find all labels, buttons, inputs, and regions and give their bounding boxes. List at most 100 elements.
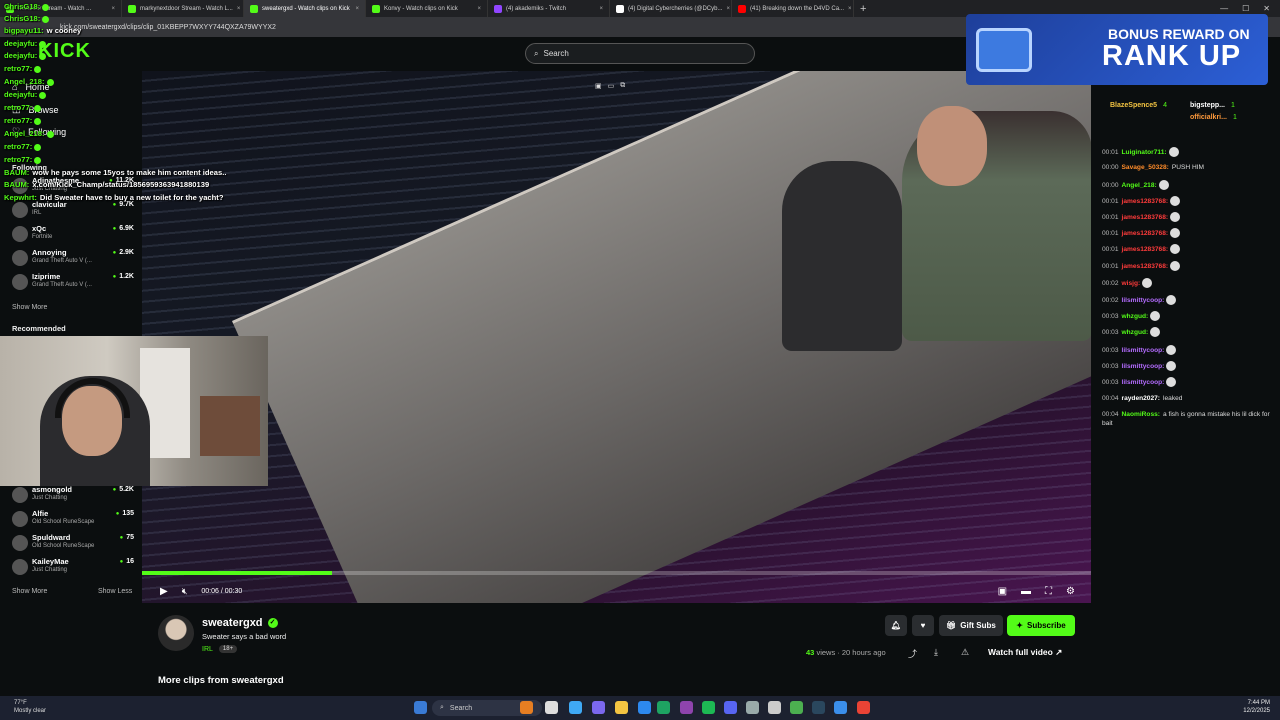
taskbar-clock[interactable]: 7:44 PM 12/2/2025 [1243,699,1270,715]
play-icon[interactable]: ▶ [160,586,168,597]
notepad-icon[interactable] [768,701,781,714]
edge-icon[interactable] [657,701,670,714]
task-view-icon[interactable] [545,701,558,714]
new-tab-button[interactable]: + [860,3,866,15]
chat-message: 00:04 NaomiRoss: a fish is gonna mistake h… [1102,410,1274,428]
notification-bell-button[interactable]: 🔔︎ [885,615,907,636]
theater-mode-icon[interactable]: ▬ [1021,586,1031,597]
tab-close-icon[interactable]: × [473,6,481,12]
tab-close-icon[interactable]: × [233,6,241,12]
browser-tab[interactable]: Konvy - Watch clips on Kick × [366,0,488,17]
app-icon-3[interactable] [638,701,651,714]
maximize-icon[interactable]: ☐ [1242,4,1249,13]
chat-username[interactable]: lilsmittycoop: [1122,379,1165,386]
chrome-icon[interactable] [857,701,870,714]
overlay-emote-icon [34,117,42,125]
chat-username[interactable]: james1283768: [1122,230,1169,237]
app-icon-4[interactable] [680,701,693,714]
channel-avatar[interactable] [158,615,194,651]
browser-tab[interactable]: markynextdoor Stream - Watch L... × [122,0,244,17]
browser-tab[interactable]: sweatergxd - Watch clips on Kick × [244,0,366,17]
overlay-emote-icon [42,3,50,11]
chat-username[interactable]: james1283768: [1122,214,1169,221]
chat-timestamp: 00:01 [1102,229,1119,237]
tab-close-icon[interactable]: × [595,6,603,12]
chat-username[interactable]: whzgud: [1122,329,1149,336]
leaderboard-entry[interactable]: officialkri... 1 [1190,114,1237,121]
sidebar-channel[interactable]: clavicularIRL9.7K [10,199,136,221]
report-icon[interactable]: ⚠ [961,647,969,658]
chat-username[interactable]: Angel_218: [1122,182,1157,189]
close-window-icon[interactable]: ✕ [1263,4,1270,13]
obs-icon[interactable] [790,701,803,714]
windows-start-icon[interactable] [414,701,427,714]
leaderboard-entry[interactable]: BlazeSpence5 4 [1110,102,1167,109]
video-player[interactable] [142,71,1091,603]
sidebar-channel[interactable]: IziprimeGrand Theft Auto V (... 1.2K [10,271,136,293]
sidebar-channel[interactable]: asmongoldJust Chatting 5.2K [10,484,136,506]
chat-username[interactable]: james1283768: [1122,246,1169,253]
pip-icon[interactable]: ▣ [998,586,1007,597]
subscribe-button[interactable]: ✦ Subscribe [1007,615,1075,636]
minimize-icon[interactable]: — [1220,4,1228,13]
browser-tab[interactable]: (4) Digital Cybercherries (@DCyb... × [610,0,732,17]
sidebar-channel[interactable]: xQcFortnite 6.9K [10,223,136,245]
chat-username[interactable]: NaomiRoss: [1122,411,1160,418]
tab-close-icon[interactable]: × [722,6,730,12]
chat-username[interactable]: james1283768: [1122,198,1169,205]
settings-icon[interactable]: ⚙ [1066,586,1075,597]
download-icon[interactable]: ⤓ [934,647,938,658]
gift-subs-button[interactable]: 🎁︎ Gift Subs [939,615,1003,636]
file-explorer-icon[interactable] [615,701,628,714]
channel-name[interactable]: sweatergxd [202,617,263,629]
steam-icon[interactable] [812,701,825,714]
follow-heart-button[interactable]: ♥ [912,615,934,636]
chat-username[interactable]: rayden2027: [1122,395,1161,402]
overlay-chat-username: BAUM: [4,180,30,189]
settings-app-icon[interactable] [746,701,759,714]
tab-close-icon[interactable]: × [351,6,359,12]
sidebar-channel[interactable]: AlfieOld School RuneScape 135 [10,508,136,530]
tab-close-icon[interactable]: × [844,6,852,12]
chat-username[interactable]: Savage_50328: [1122,164,1169,171]
browser-tab[interactable]: (41) Breaking down the D4VD Ca... × [732,0,854,17]
sidebar-channel[interactable]: KaileyMaeJust Chatting 16 [10,556,136,578]
channel-name: asmongold [32,485,73,494]
weather-widget[interactable]: 77°F Mostly clear [14,699,46,715]
share-icon[interactable]: ▣ [595,82,602,90]
overlay-chat-username: ChrisG18: [4,2,41,11]
theater-icon[interactable]: ▭ [608,82,615,90]
spotify-icon[interactable] [702,701,715,714]
show-more-following[interactable]: Show More [12,304,47,311]
leaderboard-entry[interactable]: bigstepp... 1 [1190,102,1235,109]
category-row: IRL 18+ [202,645,238,653]
share-clip-icon[interactable]: ⤴ [908,647,917,660]
cast-icon[interactable]: ⧉ [620,82,625,90]
app-icon-1[interactable] [520,701,533,714]
sidebar-channel[interactable]: SpuldwardOld School RuneScape 75 [10,532,136,554]
app-icon-2[interactable] [569,701,582,714]
browser-tab[interactable]: (4) akademiks - Twitch × [488,0,610,17]
watch-full-video-link[interactable]: Watch full video ↗ [988,647,1062,658]
chat-username[interactable]: Luiginator711: [1122,149,1167,156]
tab-close-icon[interactable]: × [107,6,115,12]
chat-username[interactable]: james1283768: [1122,263,1169,270]
search-input[interactable]: ⌕ Search [525,43,755,64]
app-icon-5[interactable] [834,701,847,714]
chat-username[interactable]: lilsmittycoop: [1122,363,1165,370]
chat-username[interactable]: lilsmittycoop: [1122,297,1165,304]
discord-icon[interactable] [724,701,737,714]
fullscreen-icon[interactable]: ⛶ [1045,586,1052,597]
progress-bar[interactable] [142,571,1091,575]
subscribe-label: Subscribe [1027,621,1066,630]
show-less-recommended[interactable]: Show Less [98,588,132,595]
chat-text: leaked [1163,395,1183,402]
chat-username[interactable]: lilsmittycoop: [1122,347,1165,354]
mute-icon[interactable]: 🔇︎ [182,586,188,597]
chat-username[interactable]: whzgud: [1122,313,1149,320]
teams-icon[interactable] [592,701,605,714]
chat-username[interactable]: wisjg: [1122,280,1141,287]
category-link[interactable]: IRL [202,646,213,653]
sidebar-channel[interactable]: AnnoyingGrand Theft Auto V (... 2.9K [10,247,136,269]
show-more-recommended[interactable]: Show More [12,588,47,595]
